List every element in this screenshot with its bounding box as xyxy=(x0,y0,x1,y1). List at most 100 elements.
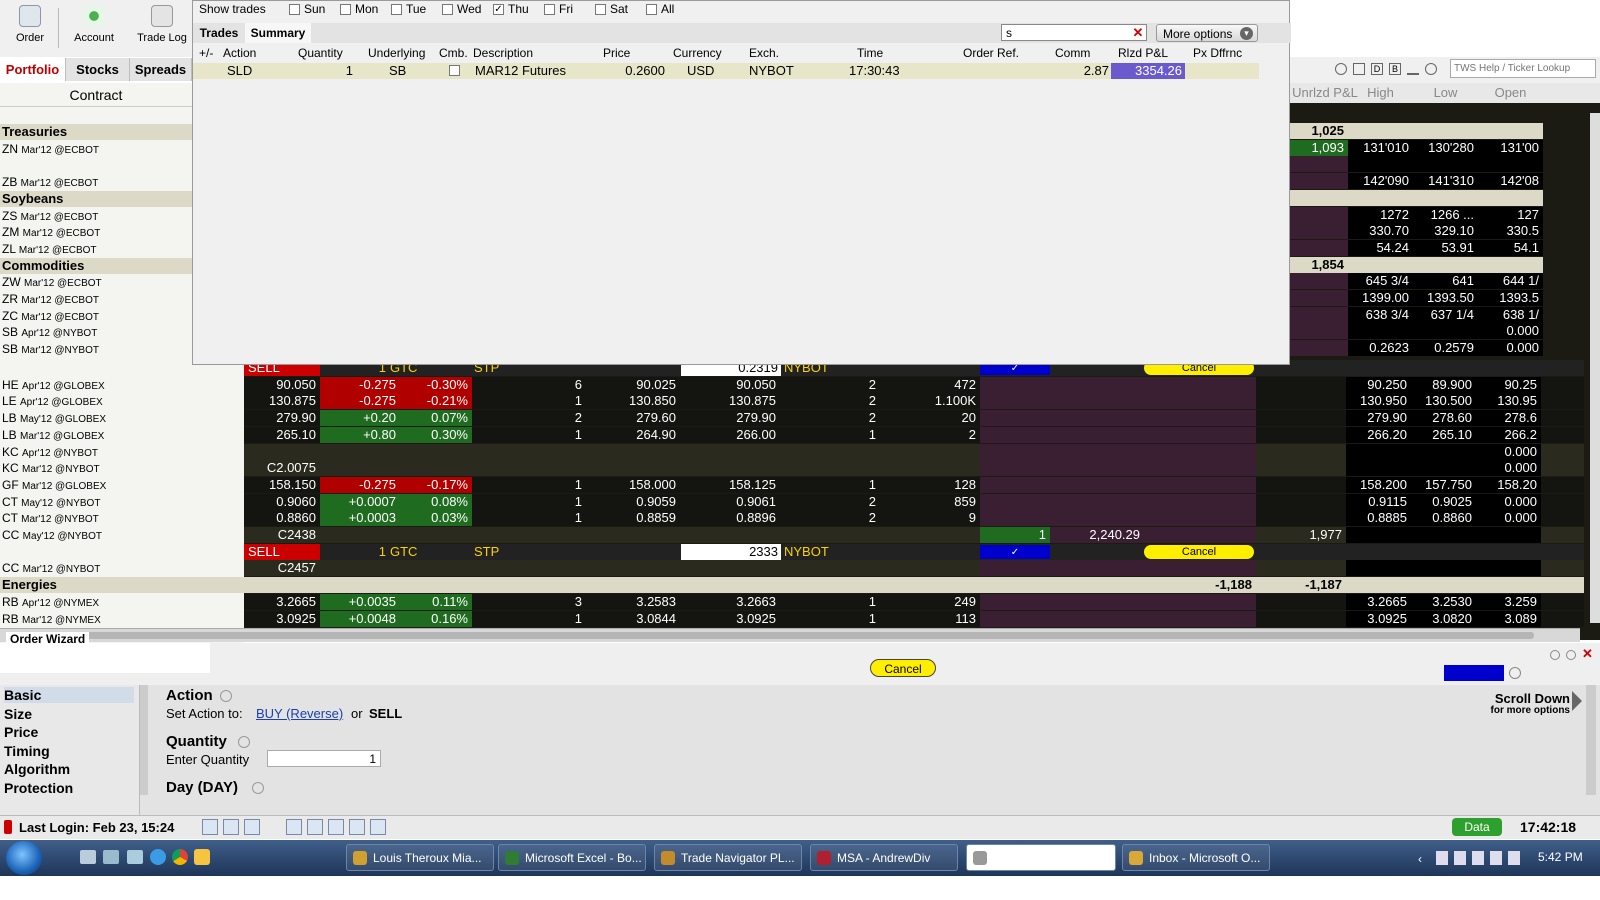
tab-summary[interactable]: Summary xyxy=(245,23,311,43)
day-filter-tue[interactable]: Tue xyxy=(391,1,426,17)
contract-row[interactable]: KC Apr'12 @NYBOT xyxy=(0,444,244,460)
group-header[interactable]: Treasuries xyxy=(0,124,192,140)
quantity-input[interactable] xyxy=(267,750,381,767)
layout-icon[interactable] xyxy=(349,819,365,835)
order-button[interactable]: Order xyxy=(0,2,60,54)
checkbox-icon[interactable] xyxy=(289,4,300,16)
tab-trades[interactable]: Trades xyxy=(193,23,245,43)
combo-checkbox[interactable] xyxy=(449,65,460,76)
trades-col-header[interactable]: Exch. xyxy=(749,46,779,60)
contract-row[interactable]: RB Mar'12 @NYMEX xyxy=(0,611,244,627)
trades-filter-input[interactable] xyxy=(1001,24,1147,41)
taskbar-item[interactable]: Inbox - Microsoft O... xyxy=(1122,844,1270,871)
mail-icon[interactable] xyxy=(194,849,210,865)
group-header[interactable]: Soybeans xyxy=(0,190,192,207)
contract-row[interactable]: ZS Mar'12 @ECBOT xyxy=(0,208,192,224)
grid-row[interactable]: C2.0075 0.000 xyxy=(244,460,1584,477)
trades-col-header[interactable]: Px Dffrnc xyxy=(1193,46,1242,60)
tab-spreads[interactable]: Spreads xyxy=(130,58,192,81)
scroll-right-icon[interactable] xyxy=(1572,691,1582,711)
taskbar-item[interactable]: Trade Navigator PL... xyxy=(654,844,802,871)
contract-row[interactable]: ZN Mar'12 @ECBOT xyxy=(0,141,192,157)
link-icon[interactable] xyxy=(1425,63,1437,75)
day-filter-mon[interactable]: Mon xyxy=(340,1,378,17)
refresh-icon[interactable] xyxy=(1335,63,1347,75)
trades-col-header[interactable]: Order Ref. xyxy=(963,46,1019,60)
wizard-nav-price[interactable]: Price xyxy=(4,724,134,740)
settings-icon[interactable] xyxy=(1550,650,1560,660)
checkbox-icon[interactable] xyxy=(340,4,351,16)
scroll-thumb[interactable] xyxy=(14,632,1534,639)
trades-col-header[interactable]: Price xyxy=(603,46,630,60)
cancel-order-button[interactable]: Cancel xyxy=(1144,544,1254,559)
checkbox-icon[interactable] xyxy=(544,4,555,16)
contract-row[interactable]: LB May'12 @GLOBEX xyxy=(0,410,244,426)
day-filter-wed[interactable]: Wed xyxy=(442,1,481,17)
wizard-nav-scrollbar[interactable] xyxy=(140,685,148,795)
contract-row[interactable]: RB Apr'12 @NYMEX xyxy=(0,594,244,610)
col-high[interactable]: High xyxy=(1348,85,1413,100)
group-header[interactable]: Commodities xyxy=(0,257,192,274)
wizard-nav-basic[interactable]: Basic xyxy=(4,687,134,703)
scroll-down-label[interactable]: Scroll Down xyxy=(1484,691,1570,706)
grid-row[interactable]: C2457 xyxy=(244,560,1584,577)
trades-col-header[interactable]: Underlying xyxy=(368,46,425,60)
checkbox-icon[interactable] xyxy=(442,4,453,16)
checkbox-icon[interactable] xyxy=(391,4,402,16)
more-options-button[interactable]: More options ▾ xyxy=(1156,24,1258,42)
trades-col-header[interactable]: Rlzd P&L xyxy=(1118,46,1168,60)
contract-row[interactable]: SB Apr'12 @NYBOT xyxy=(0,324,192,340)
layout-icon[interactable] xyxy=(202,819,218,835)
wizard-scrollbar[interactable] xyxy=(1586,685,1596,795)
close-icon[interactable]: ✕ xyxy=(1582,646,1593,662)
tab-portfolio[interactable]: Portfolio xyxy=(0,58,66,81)
contract-row[interactable]: HE Apr'12 @GLOBEX xyxy=(0,377,244,393)
grid-row[interactable]: 279.90 +0.20 0.07% 2 279.60 279.90 2 20 279.90 27… xyxy=(244,410,1584,427)
trades-col-header[interactable]: Currency xyxy=(673,46,722,60)
d-icon[interactable]: D xyxy=(1371,63,1383,75)
contract-row[interactable]: CT Mar'12 @NYBOT xyxy=(0,510,244,526)
detach-icon[interactable] xyxy=(1566,650,1576,660)
buy-reverse-link[interactable]: BUY (Reverse) xyxy=(256,706,343,721)
ie-icon[interactable] xyxy=(150,849,166,865)
filter-icon[interactable] xyxy=(1407,63,1419,75)
layout-icon[interactable] xyxy=(286,819,302,835)
horizontal-scrollbar[interactable] xyxy=(0,628,1580,642)
grid-row[interactable]: C2438 1 2,240.29 1,977 xyxy=(244,527,1584,543)
explorer-icon[interactable] xyxy=(103,850,119,864)
col-open[interactable]: Open xyxy=(1478,85,1543,100)
group-row-energies[interactable]: -1,188 -1,187 xyxy=(244,577,1584,594)
day-filter-sun[interactable]: Sun xyxy=(289,1,325,17)
wizard-cancel-button[interactable]: Cancel xyxy=(870,659,936,677)
trades-col-header[interactable]: Action xyxy=(223,46,256,60)
trades-col-header[interactable]: Comm xyxy=(1055,46,1090,60)
grid-row[interactable]: 0.8860 +0.0003 0.03% 1 0.8859 0.8896 2 9 0.8885 0… xyxy=(244,510,1584,527)
layout-icon[interactable] xyxy=(307,819,323,835)
contract-row[interactable]: CC Mar'12 @NYBOT xyxy=(0,560,244,576)
grid-row[interactable]: 90.050 -0.275 -0.30% 6 90.025 90.050 2 472 90.25… xyxy=(244,376,1584,393)
contract-row[interactable]: SB Mar'12 @NYBOT xyxy=(0,341,192,357)
trades-col-header[interactable]: Cmb. xyxy=(439,46,468,60)
layout-icon[interactable] xyxy=(1353,63,1365,75)
contract-row[interactable]: LE Apr'12 @GLOBEX xyxy=(0,393,244,409)
show-desktop-icon[interactable] xyxy=(80,850,96,864)
ticker-lookup-input[interactable] xyxy=(1450,59,1596,78)
taskbar-item[interactable]: Louis Theroux Mia... xyxy=(346,844,494,871)
grid-row[interactable]: 3.2665 +0.0035 0.11% 3 3.2583 3.2663 1 249 3.266… xyxy=(244,593,1584,610)
tray-icons[interactable] xyxy=(1436,851,1526,865)
b-icon[interactable]: B xyxy=(1389,63,1401,75)
grid-row[interactable]: 130.875 -0.275 -0.21% 1 130.850 130.875 2 1.100… xyxy=(244,393,1584,410)
contract-row[interactable]: ZC Mar'12 @ECBOT xyxy=(0,308,192,324)
trades-col-header[interactable]: Description xyxy=(473,46,533,60)
grid-row[interactable]: 158.150 -0.275 -0.17% 1 158.000 158.125 1 128 15… xyxy=(244,476,1584,493)
clear-filter-icon[interactable]: ✕ xyxy=(1131,24,1145,41)
checkbox-icon[interactable]: ✓ xyxy=(493,4,504,16)
account-button[interactable]: Account xyxy=(64,2,124,54)
right-scrollbar[interactable] xyxy=(1590,113,1600,623)
contract-row[interactable]: ZL Mar'12 @ECBOT xyxy=(0,241,192,257)
wizard-nav-protection[interactable]: Protection xyxy=(4,780,134,796)
chrome-icon[interactable] xyxy=(172,849,188,865)
quantity-help-icon[interactable] xyxy=(238,736,250,748)
checkbox-icon[interactable] xyxy=(646,4,657,16)
order-row[interactable]: SELL 1 GTC STP 2333 NYBOT ✓ Cancel xyxy=(244,543,1584,560)
